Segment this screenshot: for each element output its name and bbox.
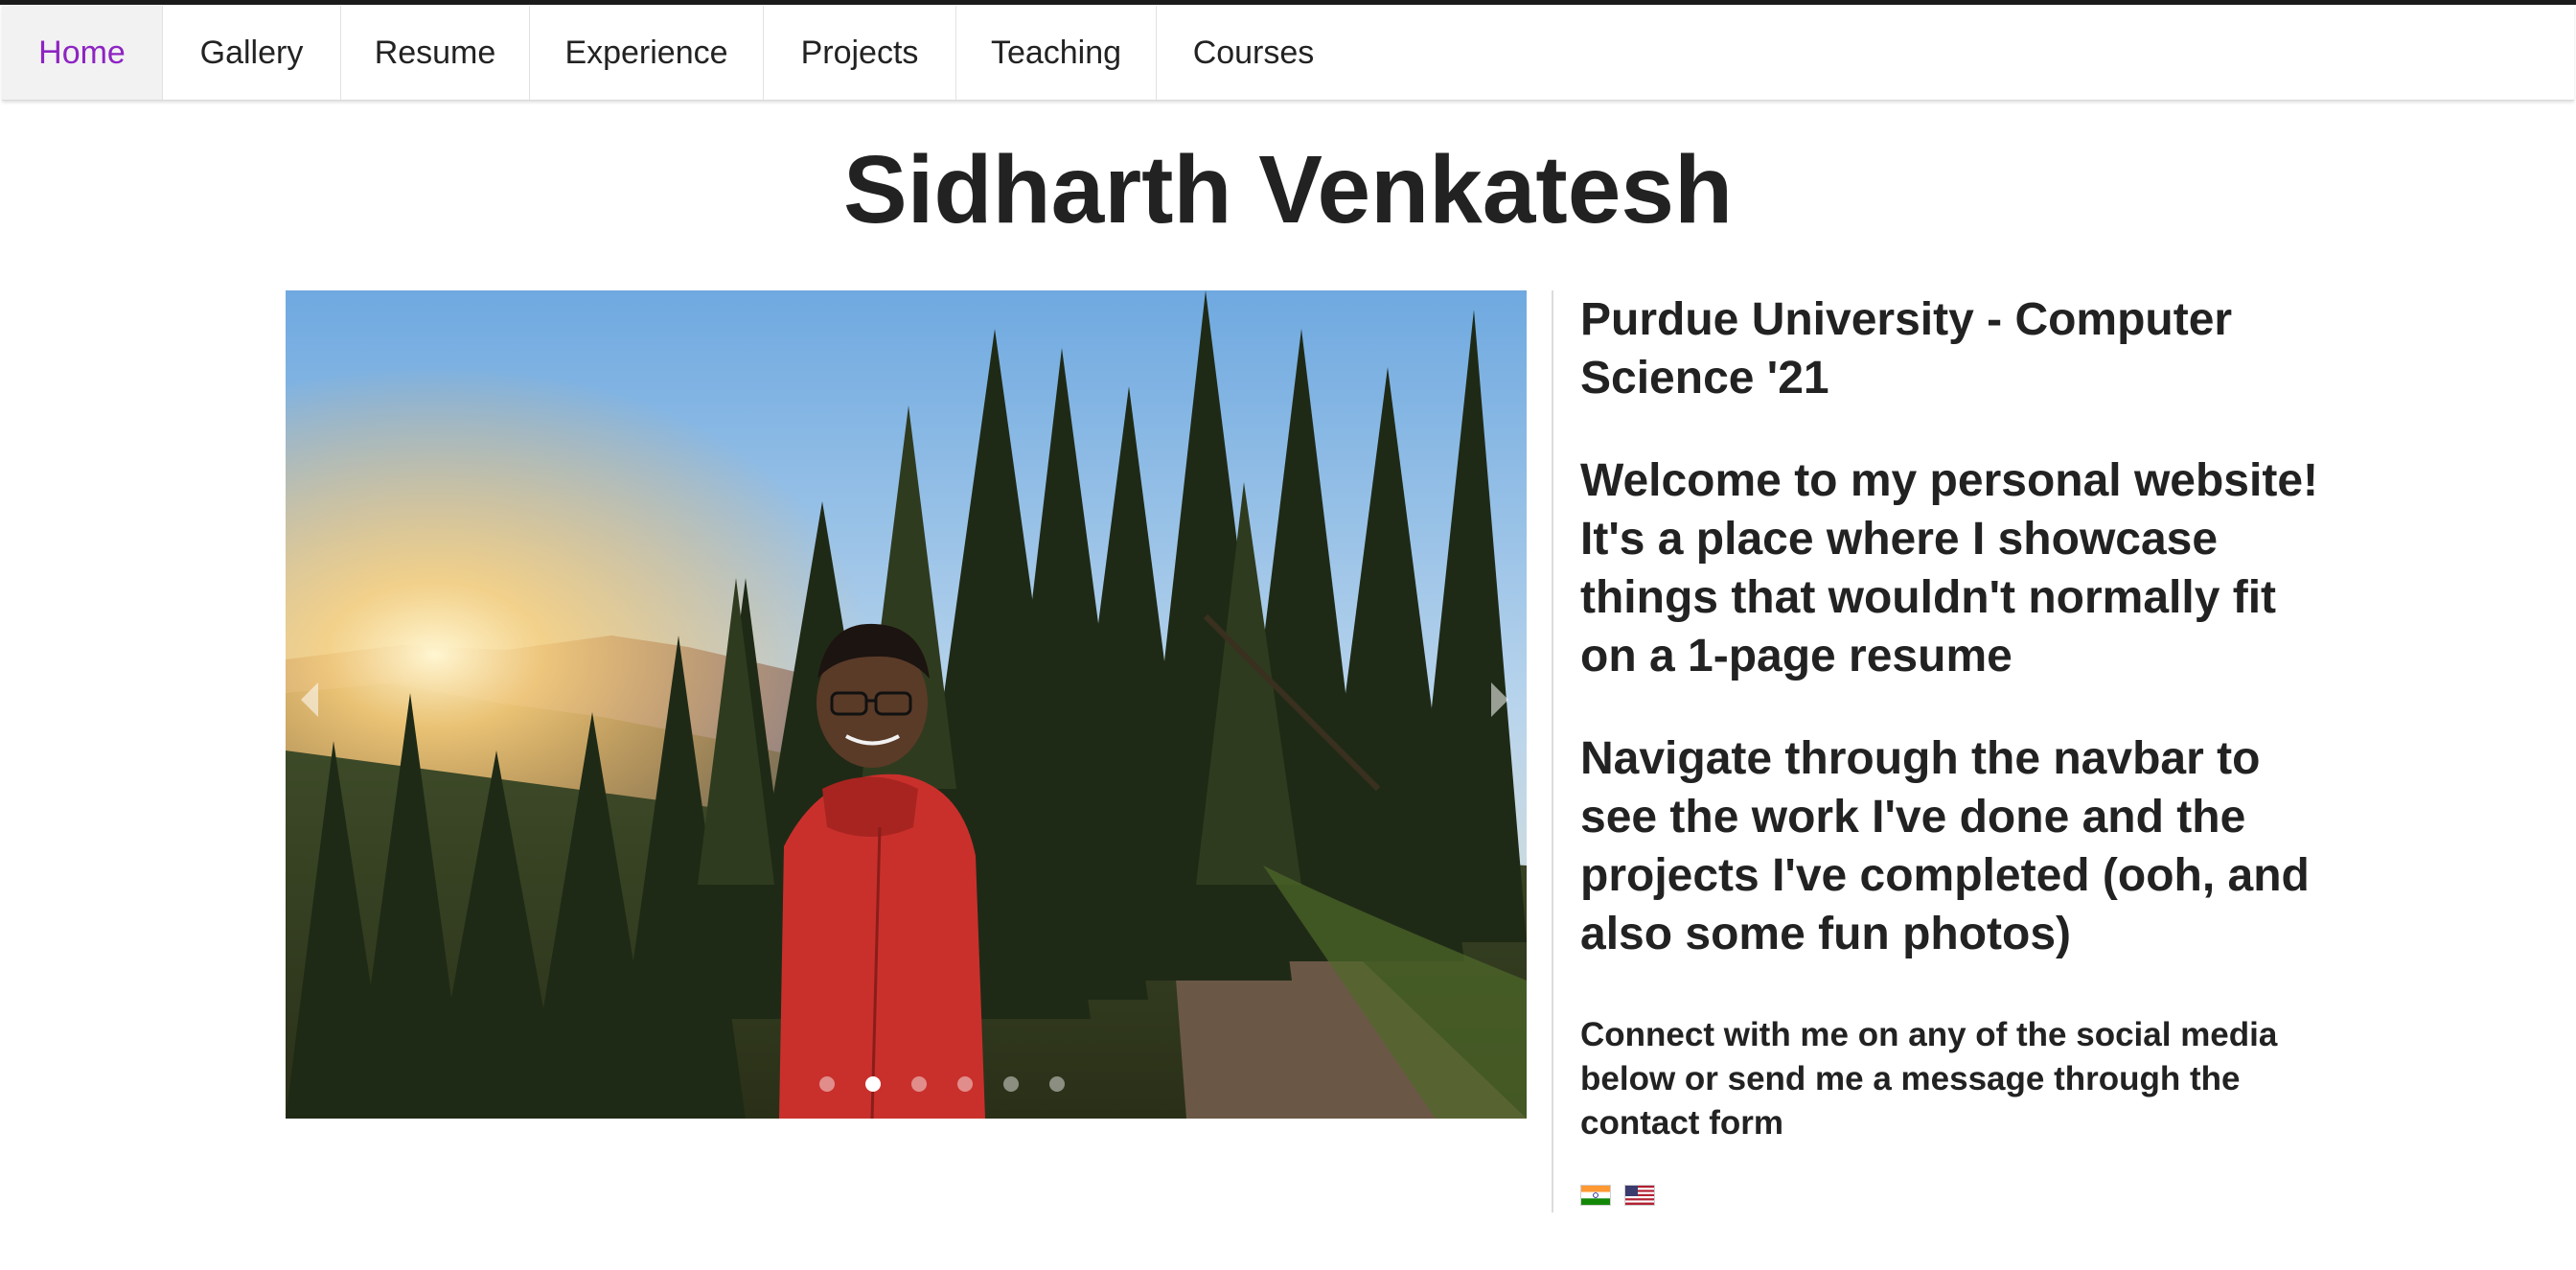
nav-resume[interactable]: Resume xyxy=(341,6,530,100)
connect-text: Connect with me on any of the social med… xyxy=(1580,1016,2278,1142)
vertical-divider xyxy=(1552,290,1553,1212)
navigate-text: Navigate through the navbar to see the w… xyxy=(1580,733,2310,959)
nav-gallery-label: Gallery xyxy=(199,34,304,71)
school-heading: Purdue University - Computer Science '21 xyxy=(1580,294,2233,404)
carousel-dot[interactable] xyxy=(911,1076,927,1092)
nav-experience-label: Experience xyxy=(564,34,728,71)
navbar: Home Gallery Resume Experience Projects … xyxy=(2,6,2574,101)
carousel-dot[interactable] xyxy=(957,1076,973,1092)
nav-teaching-label: Teaching xyxy=(990,34,1122,71)
language-flags xyxy=(1580,1185,1655,1206)
photo-carousel[interactable] xyxy=(286,290,1527,1119)
carousel-dot[interactable] xyxy=(1049,1076,1065,1092)
page-title: Sidharth Venkatesh xyxy=(842,136,1734,243)
nav-teaching[interactable]: Teaching xyxy=(956,6,1157,100)
top-border xyxy=(0,0,2576,5)
welcome-text: Welcome to my personal website! It's a p… xyxy=(1580,455,2318,681)
india-flag-icon[interactable] xyxy=(1580,1185,1611,1206)
carousel-dot[interactable] xyxy=(819,1076,835,1092)
nav-home[interactable]: Home xyxy=(2,6,163,100)
nav-courses-label: Courses xyxy=(1192,34,1315,71)
nav-experience[interactable]: Experience xyxy=(530,6,764,100)
carousel-indicators xyxy=(819,1076,1065,1092)
carousel-photo xyxy=(286,290,1527,1119)
nav-projects[interactable]: Projects xyxy=(764,6,956,100)
intro-panel: Purdue University - Computer Science '21… xyxy=(1580,290,2328,1145)
carousel-prev-chevron-left-icon[interactable] xyxy=(301,682,318,717)
carousel-next-chevron-right-icon[interactable] xyxy=(1491,682,1508,717)
nav-gallery[interactable]: Gallery xyxy=(163,6,341,100)
usa-flag-icon[interactable] xyxy=(1624,1185,1655,1206)
nav-resume-label: Resume xyxy=(374,34,496,71)
carousel-dot-active[interactable] xyxy=(865,1076,881,1092)
nav-courses[interactable]: Courses xyxy=(1157,6,1350,100)
nav-home-label: Home xyxy=(38,34,126,71)
carousel-dot[interactable] xyxy=(1003,1076,1019,1092)
nav-projects-label: Projects xyxy=(800,34,919,71)
